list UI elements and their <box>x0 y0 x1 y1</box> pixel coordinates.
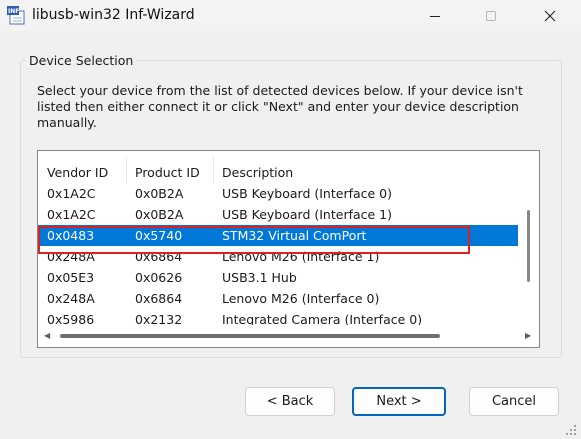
selection-annotation-box <box>38 226 470 254</box>
close-icon <box>544 10 556 21</box>
minimize-button[interactable] <box>412 0 458 31</box>
table-row[interactable]: 0x1A2C 0x0B2A USB Keyboard (Interface 1) <box>38 204 518 225</box>
next-button[interactable]: Next > <box>352 387 446 416</box>
inf-app-icon: INF <box>7 6 25 25</box>
title-bar[interactable]: INF libusb-win32 Inf-Wizard <box>0 0 581 31</box>
table-row[interactable]: 0x248A 0x6864 Lenovo M26 (Interface 0) <box>38 288 518 309</box>
product-id-cell: 0x0B2A <box>135 186 184 201</box>
description-cell: USB Keyboard (Interface 0) <box>222 186 393 201</box>
back-button[interactable]: < Back <box>245 387 335 416</box>
description-cell: USB Keyboard (Interface 1) <box>222 207 393 222</box>
scroll-right-arrow-icon[interactable]: ▶ <box>525 332 531 340</box>
description-cell: Lenovo M26 (Interface 0) <box>222 291 380 306</box>
maximize-button[interactable] <box>468 0 514 31</box>
description-cell: USB3.1 Hub <box>222 270 297 285</box>
minimize-icon <box>430 15 440 17</box>
column-header-description[interactable]: Description <box>213 151 518 183</box>
vertical-scrollbar[interactable] <box>518 151 539 325</box>
scroll-left-arrow-icon[interactable]: ◀ <box>44 332 50 340</box>
vendor-id-cell: 0x05E3 <box>47 270 95 285</box>
column-header-product-id[interactable]: Product ID <box>126 151 213 183</box>
table-row[interactable]: 0x05E3 0x0626 USB3.1 Hub <box>38 267 518 288</box>
group-label: Device Selection <box>26 53 137 68</box>
close-button[interactable] <box>527 0 573 31</box>
list-header: Vendor ID Product ID Description <box>38 151 539 183</box>
horizontal-scrollbar[interactable]: ◀ ▶ <box>38 325 539 346</box>
vertical-scroll-thumb[interactable] <box>527 210 530 282</box>
product-id-cell: 0x6864 <box>135 291 183 306</box>
vendor-id-cell: 0x1A2C <box>47 186 96 201</box>
column-header-vendor-id[interactable]: Vendor ID <box>38 151 126 183</box>
horizontal-scroll-thumb[interactable] <box>60 334 440 338</box>
vendor-id-cell: 0x248A <box>47 291 95 306</box>
maximize-icon <box>486 10 496 21</box>
product-id-cell: 0x0B2A <box>135 207 184 222</box>
app-icon-label: INF <box>8 8 19 15</box>
instructions-text: Select your device from the list of dete… <box>37 83 523 130</box>
resize-grip-icon[interactable] <box>565 424 577 436</box>
vendor-id-cell: 0x1A2C <box>47 207 96 222</box>
table-row[interactable]: 0x1A2C 0x0B2A USB Keyboard (Interface 0) <box>38 183 518 204</box>
cancel-button[interactable]: Cancel <box>469 387 559 416</box>
window-title: libusb-win32 Inf-Wizard <box>32 7 195 23</box>
product-id-cell: 0x0626 <box>135 270 183 285</box>
